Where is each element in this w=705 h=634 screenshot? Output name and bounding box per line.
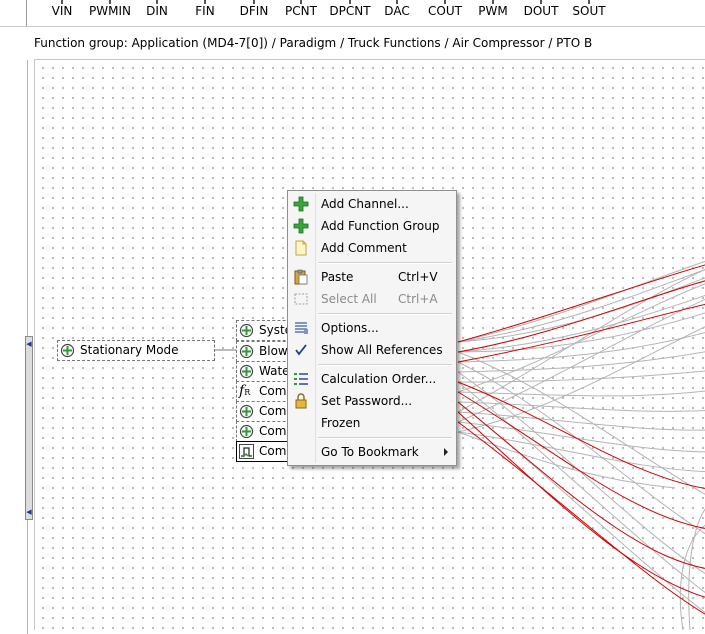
stationary-mode-block[interactable]: Stationary Mode <box>57 340 215 361</box>
menu-item-label: Add Comment <box>321 241 407 255</box>
toolbar-item-sout[interactable]: SOUT <box>572 0 606 26</box>
toolbar-item-label: DIN <box>146 4 168 18</box>
block-label: Com <box>259 444 287 458</box>
menu-item-label: Options... <box>321 321 379 335</box>
menu-item-label: Select All <box>321 292 377 306</box>
menu-item-add-comment[interactable]: Add Comment <box>290 237 454 259</box>
block-label: Com <box>259 404 287 418</box>
toolbar-item-dac[interactable]: DAC <box>382 0 412 26</box>
menu-item-label: Frozen <box>321 416 361 430</box>
toolbar-item-vin[interactable]: VIN <box>48 0 76 26</box>
function-group-icon <box>239 424 254 439</box>
toolbar-item-label: DPCNT <box>329 4 371 18</box>
menu-item-go-to-bookmark[interactable]: Go To Bookmark <box>290 441 454 463</box>
toolbar-item-dout[interactable]: DOUT <box>522 0 560 26</box>
toolbar-item-label: COUT <box>428 4 462 18</box>
menu-separator <box>318 364 452 366</box>
menu-item-label: Show All References <box>321 343 443 357</box>
toolbar-item-label: PCNT <box>285 4 317 18</box>
panel-splitter[interactable]: ◀ ◀ <box>25 336 33 520</box>
function-group-icon <box>239 323 254 338</box>
menu-item-label: Set Password... <box>321 394 413 408</box>
breadcrumb: Function group: Application (MD4-7[0]) /… <box>34 36 593 50</box>
left-panel <box>0 60 28 634</box>
menu-item-label: Add Channel... <box>321 197 409 211</box>
menu-item-options[interactable]: Options... <box>290 317 454 339</box>
toolbar-item-pwm[interactable]: PWM <box>476 0 510 26</box>
toolbar-item-label: DAC <box>384 4 410 18</box>
collapse-left-icon[interactable]: ◀ <box>26 341 32 348</box>
ordered-list-icon <box>294 373 308 385</box>
menu-item-shortcut: Ctrl+A <box>398 292 438 306</box>
pulse-block-icon <box>239 444 254 459</box>
add-icon <box>293 218 309 234</box>
select-all-icon <box>294 293 308 305</box>
toolbar-item-din[interactable]: DIN <box>143 0 171 26</box>
function-group-icon <box>239 404 254 419</box>
toolbar-item-label: PWMIN <box>89 4 131 18</box>
comment-note-icon <box>295 240 307 256</box>
block-label: Com <box>259 424 287 438</box>
collapse-left-icon-bottom[interactable]: ◀ <box>26 509 32 516</box>
lock-icon <box>295 393 307 409</box>
toolbar-item-pwmin[interactable]: PWMIN <box>86 0 134 26</box>
function-icon: fR <box>239 383 251 399</box>
block-label: Stationary Mode <box>80 343 179 357</box>
function-icon-badge: R <box>244 388 251 397</box>
menu-item-add-channel[interactable]: Add Channel... <box>290 193 454 215</box>
menu-item-calculation-order[interactable]: Calculation Order... <box>290 368 454 390</box>
function-group-icon <box>239 344 254 359</box>
toolbar-item-fin[interactable]: FIN <box>192 0 218 26</box>
options-list-icon <box>295 322 308 334</box>
toolbar-left-divider <box>26 0 27 26</box>
checkmark-icon <box>295 344 307 356</box>
function-group-icon <box>60 343 75 358</box>
toolbar-item-label: VIN <box>51 4 73 18</box>
toolbar-item-label: SOUT <box>572 4 606 18</box>
block-label: Wate <box>259 364 290 378</box>
toolbar-item-dpcnt[interactable]: DPCNT <box>328 0 372 26</box>
menu-item-show-all-references[interactable]: Show All References <box>290 339 454 361</box>
toolbar-item-pcnt[interactable]: PCNT <box>282 0 320 26</box>
menu-item-add-function-group[interactable]: Add Function Group <box>290 215 454 237</box>
toolbar-divider <box>0 26 705 27</box>
add-icon <box>293 196 309 212</box>
io-toolbar: VIN PWMIN DIN FIN DFIN PCNT DPCNT DAC CO… <box>0 0 705 26</box>
menu-item-label: Add Function Group <box>321 219 440 233</box>
block-label: Com <box>259 384 287 398</box>
toolbar-item-label: DOUT <box>523 4 559 18</box>
menu-item-label: Go To Bookmark <box>321 445 419 459</box>
context-menu: Add Channel... Add Function Group Add Co… <box>287 190 457 466</box>
toolbar-item-label: PWM <box>478 4 508 18</box>
menu-item-frozen[interactable]: Frozen <box>290 412 454 434</box>
toolbar-item-label: FIN <box>195 4 215 18</box>
toolbar-item-cout[interactable]: COUT <box>426 0 464 26</box>
submenu-arrow-icon <box>444 448 448 456</box>
menu-item-paste[interactable]: Paste Ctrl+V <box>290 266 454 288</box>
toolbar-item-label: DFIN <box>239 4 269 18</box>
menu-item-label: Calculation Order... <box>321 372 437 386</box>
menu-item-select-all[interactable]: Select All Ctrl+A <box>290 288 454 310</box>
block-label: Blow <box>259 344 288 358</box>
toolbar-item-dfin[interactable]: DFIN <box>238 0 270 26</box>
function-group-icon <box>239 364 254 379</box>
menu-separator <box>318 313 452 315</box>
menu-item-set-password[interactable]: Set Password... <box>290 390 454 412</box>
menu-item-label: Paste <box>321 270 354 284</box>
menu-item-shortcut: Ctrl+V <box>398 270 438 284</box>
menu-separator <box>318 262 452 264</box>
paste-clipboard-icon <box>294 269 308 285</box>
menu-separator <box>318 437 452 439</box>
